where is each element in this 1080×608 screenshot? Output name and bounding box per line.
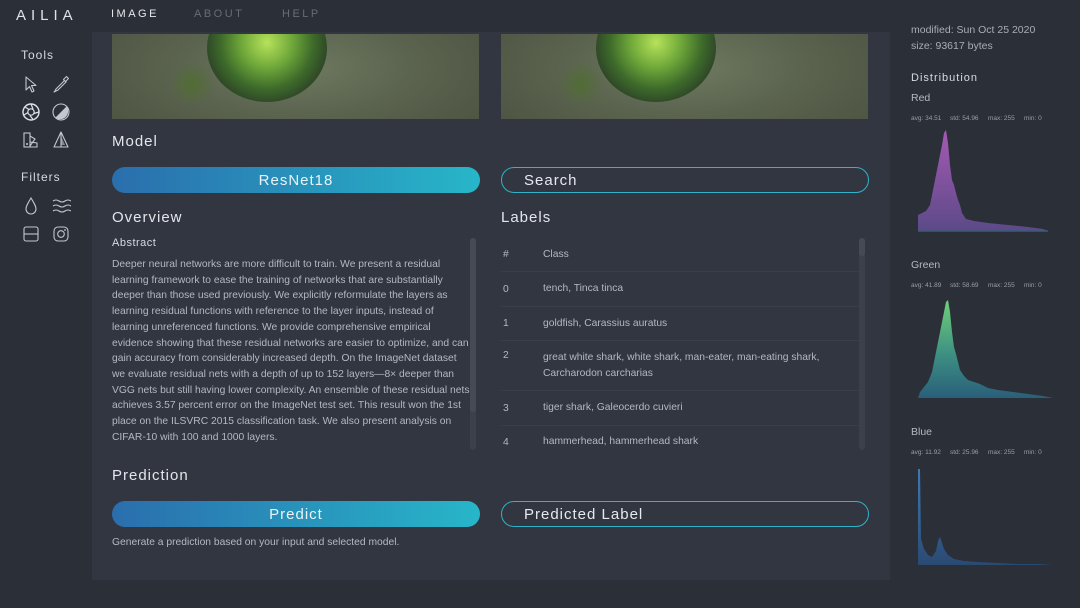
- row-class: hammerhead, hammerhead shark: [543, 436, 699, 448]
- labels-header-row: # Class: [501, 238, 859, 272]
- stat-avg: avg: 41.89: [911, 282, 942, 289]
- app-logo: AILIA: [16, 7, 78, 24]
- stat-std: std: 58.69: [950, 282, 979, 289]
- channel-stats-green: avg: 41.89 std: 58.69 max: 255 min: 0: [911, 282, 1042, 289]
- row-class: tiger shark, Galeocerdo cuvieri: [543, 402, 683, 414]
- model-title: Model: [112, 133, 158, 150]
- abstract-text: Deeper neural networks are more difficul…: [112, 259, 470, 443]
- row-index: 2: [503, 350, 509, 361]
- output-image: [501, 34, 868, 119]
- triangle-split-icon[interactable]: [51, 130, 71, 150]
- sidebar: Tools Filters: [0, 32, 92, 608]
- droplet-icon[interactable]: [21, 196, 41, 216]
- stat-std: std: 54.96: [950, 115, 979, 122]
- input-image: [112, 34, 479, 119]
- table-row[interactable]: 3 tiger shark, Galeocerdo cuvieri: [501, 391, 859, 426]
- waves-icon[interactable]: [51, 196, 71, 216]
- row-class: great white shark, white shark, man-eate…: [543, 351, 820, 379]
- predict-button[interactable]: Predict: [112, 501, 480, 527]
- channel-name-red: Red: [911, 92, 931, 104]
- file-modified: modified: Sun Oct 25 2020: [911, 24, 1036, 36]
- snake-head-shape: [207, 34, 327, 102]
- aperture-icon[interactable]: [21, 102, 41, 122]
- stat-avg: avg: 11.92: [911, 449, 941, 456]
- distribution-title: Distribution: [911, 72, 979, 84]
- table-row[interactable]: 0 tench, Tinca tinca: [501, 272, 859, 307]
- row-index: 1: [503, 318, 509, 329]
- labels-scrollbar[interactable]: [859, 238, 865, 450]
- snake-body-shape: [556, 64, 606, 104]
- abstract-scroll-thumb[interactable]: [470, 238, 476, 412]
- histogram-blue: [918, 469, 1053, 565]
- stat-min: min: 0: [1024, 282, 1042, 289]
- row-index: 3: [503, 402, 509, 414]
- labels-scroll-thumb[interactable]: [859, 238, 865, 256]
- table-row[interactable]: 2 great white shark, white shark, man-ea…: [501, 341, 859, 391]
- histogram-green: [918, 300, 1053, 398]
- color-swatch-icon[interactable]: [21, 130, 41, 150]
- channel-name-blue: Blue: [911, 426, 933, 438]
- frame-icon[interactable]: [21, 224, 41, 244]
- stat-std: std: 25.96: [950, 449, 979, 456]
- file-size: size: 93617 bytes: [911, 40, 993, 52]
- overview-title: Overview: [112, 209, 183, 226]
- model-select-button[interactable]: ResNet18: [112, 167, 480, 193]
- filters-title: Filters: [21, 170, 61, 184]
- labels-col-num: #: [503, 249, 509, 260]
- eyedropper-icon[interactable]: [51, 74, 71, 94]
- table-row[interactable]: 1 goldfish, Carassius auratus: [501, 307, 859, 341]
- abstract-scrollbar[interactable]: [470, 238, 476, 450]
- instagram-icon[interactable]: [51, 224, 71, 244]
- channel-stats-blue: avg: 11.92 std: 25.96 max: 255 min: 0: [911, 449, 1042, 456]
- stat-min: min: 0: [1024, 115, 1042, 122]
- tools-title: Tools: [21, 48, 55, 62]
- pointer-icon[interactable]: [21, 74, 41, 94]
- labels-col-class: Class: [543, 248, 569, 260]
- prediction-description: Generate a prediction based on your inpu…: [112, 537, 400, 548]
- predicted-label-field: Predicted Label: [501, 501, 869, 527]
- search-input[interactable]: Search: [501, 167, 869, 193]
- labels-table: # Class 0 tench, Tinca tinca 1 goldfish,…: [501, 238, 859, 458]
- row-index: 0: [503, 283, 509, 295]
- snake-head-shape: [596, 34, 716, 102]
- row-index: 4: [503, 436, 509, 448]
- contrast-icon[interactable]: [51, 102, 71, 122]
- table-row[interactable]: 4 hammerhead, hammerhead shark: [501, 426, 859, 458]
- stat-min: min: 0: [1024, 449, 1042, 456]
- channel-name-green: Green: [911, 259, 941, 271]
- stat-max: max: 255: [988, 115, 1015, 122]
- labels-title: Labels: [501, 209, 552, 226]
- nav-item-help[interactable]: HELP: [282, 8, 321, 20]
- histogram-red: [918, 130, 1048, 232]
- row-class: goldfish, Carassius auratus: [543, 317, 668, 329]
- info-panel: modified: Sun Oct 25 2020 size: 93617 by…: [890, 0, 1080, 608]
- abstract-title: Abstract: [112, 237, 157, 249]
- channel-stats-red: avg: 34.51 std: 54.96 max: 255 min: 0: [911, 115, 1042, 122]
- row-class: tench, Tinca tinca: [543, 283, 624, 295]
- stat-max: max: 255: [988, 449, 1015, 456]
- nav-item-image[interactable]: IMAGE: [111, 8, 159, 20]
- nav-item-about[interactable]: ABOUT: [194, 8, 244, 20]
- stat-max: max: 255: [988, 282, 1015, 289]
- main-panel: Model ResNet18 Search Overview Labels Ab…: [92, 32, 890, 580]
- stat-avg: avg: 34.51: [911, 115, 942, 122]
- prediction-title: Prediction: [112, 467, 189, 484]
- snake-body-shape: [167, 64, 217, 104]
